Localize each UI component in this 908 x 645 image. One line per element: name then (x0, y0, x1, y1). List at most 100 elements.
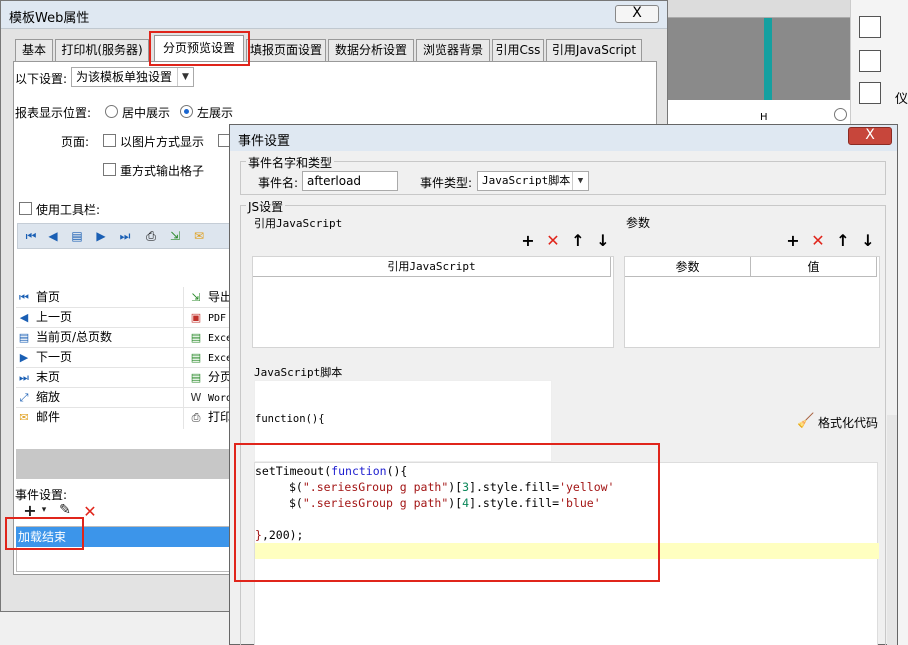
delete-icon[interactable]: ✕ (809, 231, 827, 250)
ref-js-label: 引用JavaScript (254, 217, 343, 230)
move-down-icon[interactable]: ↓ (859, 231, 877, 250)
row-divider (16, 327, 234, 328)
export-icon[interactable]: ⇲ (166, 227, 184, 245)
event-type-label: 事件类型: (420, 176, 473, 190)
center-display-radio[interactable] (105, 105, 118, 118)
first-page-icon: ⏮ (19, 291, 29, 304)
use-toolbar-label: 使用工具栏: (36, 203, 101, 217)
last-page-icon: ⏭ (19, 371, 29, 384)
scrollbar[interactable] (887, 415, 897, 645)
close-button[interactable]: X (615, 5, 659, 23)
close-button[interactable]: X (848, 127, 892, 145)
layout-icon[interactable] (859, 82, 881, 104)
list-item[interactable]: ▣ PDF (188, 307, 226, 327)
mail-icon: ✉ (19, 411, 29, 424)
tab-browser-background[interactable]: 浏览器背景 (416, 39, 490, 61)
tab-printer-server[interactable]: 打印机(服务器) (55, 39, 149, 61)
tab-fill-page[interactable]: 填报页面设置 (246, 39, 326, 61)
dropdown-widget-icon[interactable] (859, 50, 881, 72)
params-value-header: 值 (751, 257, 877, 277)
image-mode-checkbox[interactable] (103, 134, 116, 147)
print-icon: ⎙ (191, 411, 201, 424)
tab-ref-css[interactable]: 引用Css (492, 39, 544, 61)
list-item[interactable]: ▤ 当前页/总页数 (16, 327, 112, 347)
event-settings-dialog: 事件设置 X 事件名字和类型 事件名: afterload 事件类型: Java… (229, 124, 898, 645)
add-icon[interactable]: + (784, 231, 802, 250)
zoom-icon: ⤢ (19, 391, 29, 404)
settings-select[interactable]: 为该模板单独设置 ▼ (71, 67, 194, 87)
output-grid-checkbox[interactable] (103, 163, 116, 176)
export-icon: ⇲ (191, 291, 201, 304)
function-header: function(){ (255, 413, 325, 425)
move-down-icon[interactable]: ↓ (594, 231, 612, 250)
chevron-down-icon: ▼ (572, 172, 588, 190)
bg-radio[interactable] (834, 108, 847, 121)
ref-js-table[interactable]: 引用JavaScript (252, 256, 614, 348)
settings-label: 以下设置: (15, 72, 68, 86)
tab-paging-preview[interactable]: 分页预览设置 (154, 35, 244, 62)
list-item[interactable]: ⏮ 首页 (16, 287, 60, 307)
list-item[interactable]: ⤢ 缩放 (16, 387, 60, 407)
broom-icon[interactable]: 🧹 (797, 413, 815, 429)
row-divider (16, 387, 234, 388)
side-label: 仪 (895, 92, 908, 107)
use-toolbar-checkbox[interactable] (19, 202, 32, 215)
page-count-icon: ▤ (18, 331, 30, 344)
code-editor[interactable]: setTimeout(function(){ $(".seriesGroup g… (254, 462, 879, 645)
list-item[interactable]: ⎙ 打印 (188, 407, 232, 427)
list-item[interactable]: ▤ Exce (188, 347, 232, 367)
row-divider (16, 407, 234, 408)
delete-event-icon[interactable]: ✕ (81, 502, 99, 521)
list-item[interactable]: ⏭ 末页 (16, 367, 60, 387)
page-count-icon[interactable]: ▤ (68, 227, 86, 245)
edit-event-icon[interactable]: ✎ (56, 502, 74, 518)
crop-icon[interactable] (859, 16, 881, 38)
list-item[interactable]: ⇲ 导出 (188, 287, 232, 307)
list-item[interactable]: ◀ 上一页 (16, 307, 72, 327)
event-type-value: JavaScript脚本 (482, 174, 571, 187)
list-item[interactable]: ▶ 下一页 (16, 347, 72, 367)
list-item[interactable]: ▤ 分页 (188, 367, 232, 387)
panel-separator (16, 449, 234, 479)
last-page-icon[interactable]: ⏭ (116, 227, 134, 245)
list-item[interactable]: ✉ 邮件 (16, 407, 60, 427)
prev-page-icon[interactable]: ◀ (44, 227, 62, 245)
delete-icon[interactable]: ✕ (544, 231, 562, 250)
excel-icon: ▤ (190, 351, 202, 364)
event-type-select[interactable]: JavaScript脚本 ▼ (477, 171, 589, 191)
move-up-icon[interactable]: ↑ (569, 231, 587, 250)
tab-ref-javascript[interactable]: 引用JavaScript (546, 39, 642, 61)
chevron-down-icon[interactable]: ▾ (35, 505, 53, 515)
excel-icon: ▤ (190, 371, 202, 384)
current-line-highlight (255, 543, 879, 559)
list-item[interactable]: ▤ Exce (188, 327, 232, 347)
toolbar-preview: ⏮ ◀ ▤ ▶ ⏭ ⎙ ⇲ ✉ (17, 223, 233, 249)
format-code-button[interactable]: 格式化代码 (818, 414, 878, 431)
print-icon[interactable]: ⎙ (142, 227, 160, 245)
tab-basic[interactable]: 基本 (15, 39, 53, 61)
first-page-icon[interactable]: ⏮ (22, 227, 40, 245)
function-header-area: function(){ (254, 380, 552, 462)
tab-data-analysis[interactable]: 数据分析设置 (328, 39, 414, 61)
params-table[interactable]: 参数 值 (624, 256, 880, 348)
code-line-5: },200); (255, 528, 304, 542)
event-list-item-selected[interactable]: 加载结束 (16, 527, 234, 547)
left-display-label: 左展示 (197, 106, 234, 120)
display-position-label: 报表显示位置: (15, 106, 92, 120)
excel-icon: ▤ (190, 331, 202, 344)
ruler (668, 0, 850, 18)
title-bar: 模板Web属性 X (1, 1, 667, 29)
event-name-input[interactable]: afterload (302, 171, 398, 191)
column-letter: H (760, 112, 768, 123)
left-display-radio[interactable] (180, 105, 193, 118)
output-grid-label: 重方式输出格子 (120, 164, 205, 178)
move-up-icon[interactable]: ↑ (834, 231, 852, 250)
list-item[interactable]: W Word (188, 387, 233, 407)
next-page-icon: ▶ (19, 351, 29, 364)
add-icon[interactable]: + (519, 231, 537, 250)
code-line-2: $(".seriesGroup g path")[3].style.fill='… (289, 480, 615, 494)
row-divider (16, 347, 234, 348)
mail-icon[interactable]: ✉ (190, 227, 208, 245)
image-mode-label: 以图片方式显示 (120, 135, 205, 149)
next-page-icon[interactable]: ▶ (92, 227, 110, 245)
